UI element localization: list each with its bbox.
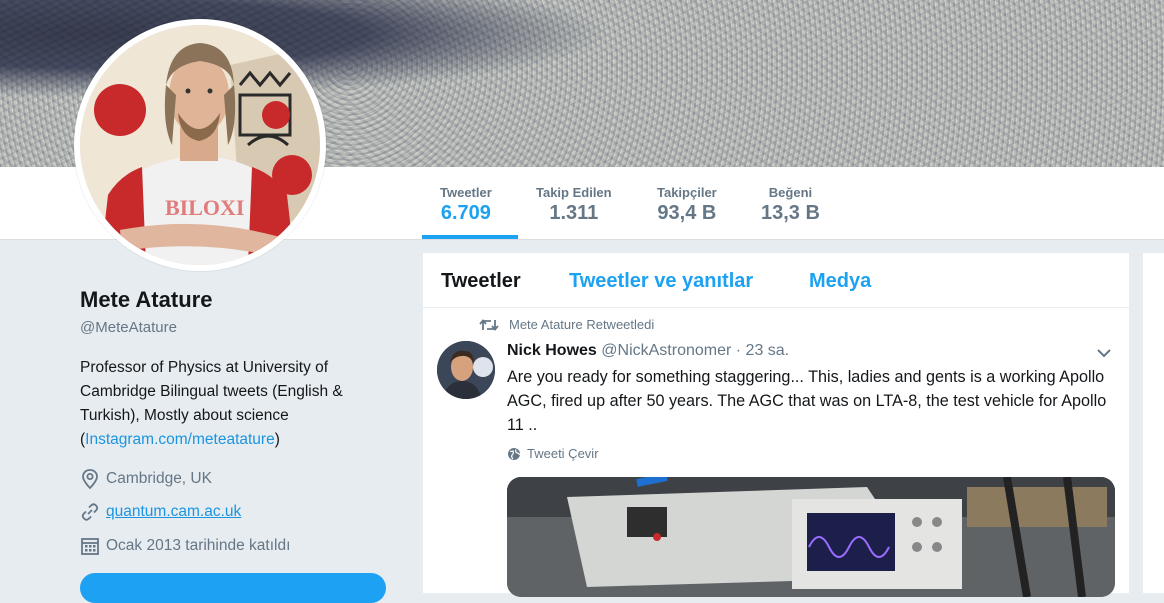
stat-value: 1.311 bbox=[549, 202, 599, 224]
avatar-photo: BILOXI bbox=[80, 25, 320, 265]
profile-name[interactable]: Mete Atature bbox=[80, 287, 212, 313]
stat-tweets[interactable]: Tweetler 6.709 bbox=[440, 185, 492, 225]
profile-location: Cambridge, UK bbox=[80, 468, 212, 490]
website-link[interactable]: quantum.cam.ac.uk bbox=[106, 503, 241, 521]
avatar-illustration: BILOXI bbox=[80, 25, 320, 265]
chevron-down-icon[interactable] bbox=[1096, 348, 1112, 358]
right-sidebar-edge bbox=[1143, 253, 1164, 593]
location-text: Cambridge, UK bbox=[106, 470, 212, 487]
tweet-author-handle[interactable]: @NickAstronomer bbox=[601, 342, 731, 359]
profile-joined: Ocak 2013 tarihinde katıldı bbox=[80, 536, 290, 556]
stat-label: Takip Edilen bbox=[536, 185, 612, 200]
stat-value: 6.709 bbox=[440, 202, 491, 224]
joined-text: Ocak 2013 tarihinde katıldı bbox=[106, 537, 291, 554]
bio-instagram-link[interactable]: Instagram.com/meteatature bbox=[85, 431, 275, 448]
profile-handle[interactable]: @MeteAtature bbox=[80, 319, 177, 336]
stat-value: 93,4 B bbox=[657, 202, 717, 224]
stat-following[interactable]: Takip Edilen 1.311 bbox=[536, 185, 612, 225]
location-pin-icon bbox=[82, 469, 98, 490]
calendar-icon bbox=[81, 538, 99, 555]
globe-icon bbox=[508, 447, 521, 460]
tweet-author-name[interactable]: Nick Howes bbox=[507, 342, 597, 359]
bio-paren-close: ) bbox=[274, 431, 280, 448]
profile-bio: Professor of Physics at University of Ca… bbox=[80, 356, 380, 452]
tab-media[interactable]: Medya bbox=[809, 270, 871, 293]
tweet-header: Nick Howes @NickAstronomer · 23 sa. bbox=[507, 342, 789, 360]
link-icon bbox=[81, 503, 99, 521]
tweet-media-photo[interactable] bbox=[507, 477, 1115, 597]
translate-tweet[interactable]: Tweeti Çevir bbox=[507, 446, 599, 461]
svg-text:BILOXI: BILOXI bbox=[165, 195, 244, 220]
active-tab-indicator bbox=[422, 235, 518, 239]
author-avatar-illustration bbox=[437, 341, 495, 399]
stat-value: 13,3 B bbox=[761, 202, 820, 224]
stat-label: Beğeni bbox=[768, 185, 813, 200]
stat-label: Tweetler bbox=[440, 185, 492, 200]
translate-label: Tweeti Çevir bbox=[527, 446, 599, 461]
profile-website: quantum.cam.ac.uk bbox=[80, 502, 241, 522]
tab-tweets[interactable]: Tweetler bbox=[441, 270, 521, 293]
retweet-text[interactable]: Mete Atature Retweetledi bbox=[509, 317, 654, 332]
profile-avatar[interactable]: BILOXI bbox=[74, 19, 326, 271]
tweet-author-avatar[interactable] bbox=[437, 341, 495, 399]
bio-text: Professor of Physics at University of Ca… bbox=[80, 359, 343, 424]
retweet-icon bbox=[479, 318, 499, 331]
profile-action-button[interactable] bbox=[80, 573, 386, 603]
stat-likes[interactable]: Beğeni 13,3 B bbox=[761, 185, 820, 225]
timeline-tabs: Tweetler Tweetler ve yanıtlar Medya bbox=[423, 253, 1129, 308]
tweet-text: Are you ready for something staggering..… bbox=[507, 368, 1107, 434]
stat-followers[interactable]: Takipçiler 93,4 B bbox=[657, 185, 717, 225]
tab-tweets-replies[interactable]: Tweetler ve yanıtlar bbox=[569, 270, 753, 293]
stat-label: Takipçiler bbox=[657, 185, 717, 200]
tweet-timestamp[interactable]: · 23 sa. bbox=[736, 342, 789, 359]
timeline: Tweetler Tweetler ve yanıtlar Medya Mete… bbox=[423, 253, 1129, 597]
media-photo-illustration bbox=[507, 477, 1115, 597]
retweet-context: Mete Atature Retweetledi bbox=[479, 317, 654, 332]
